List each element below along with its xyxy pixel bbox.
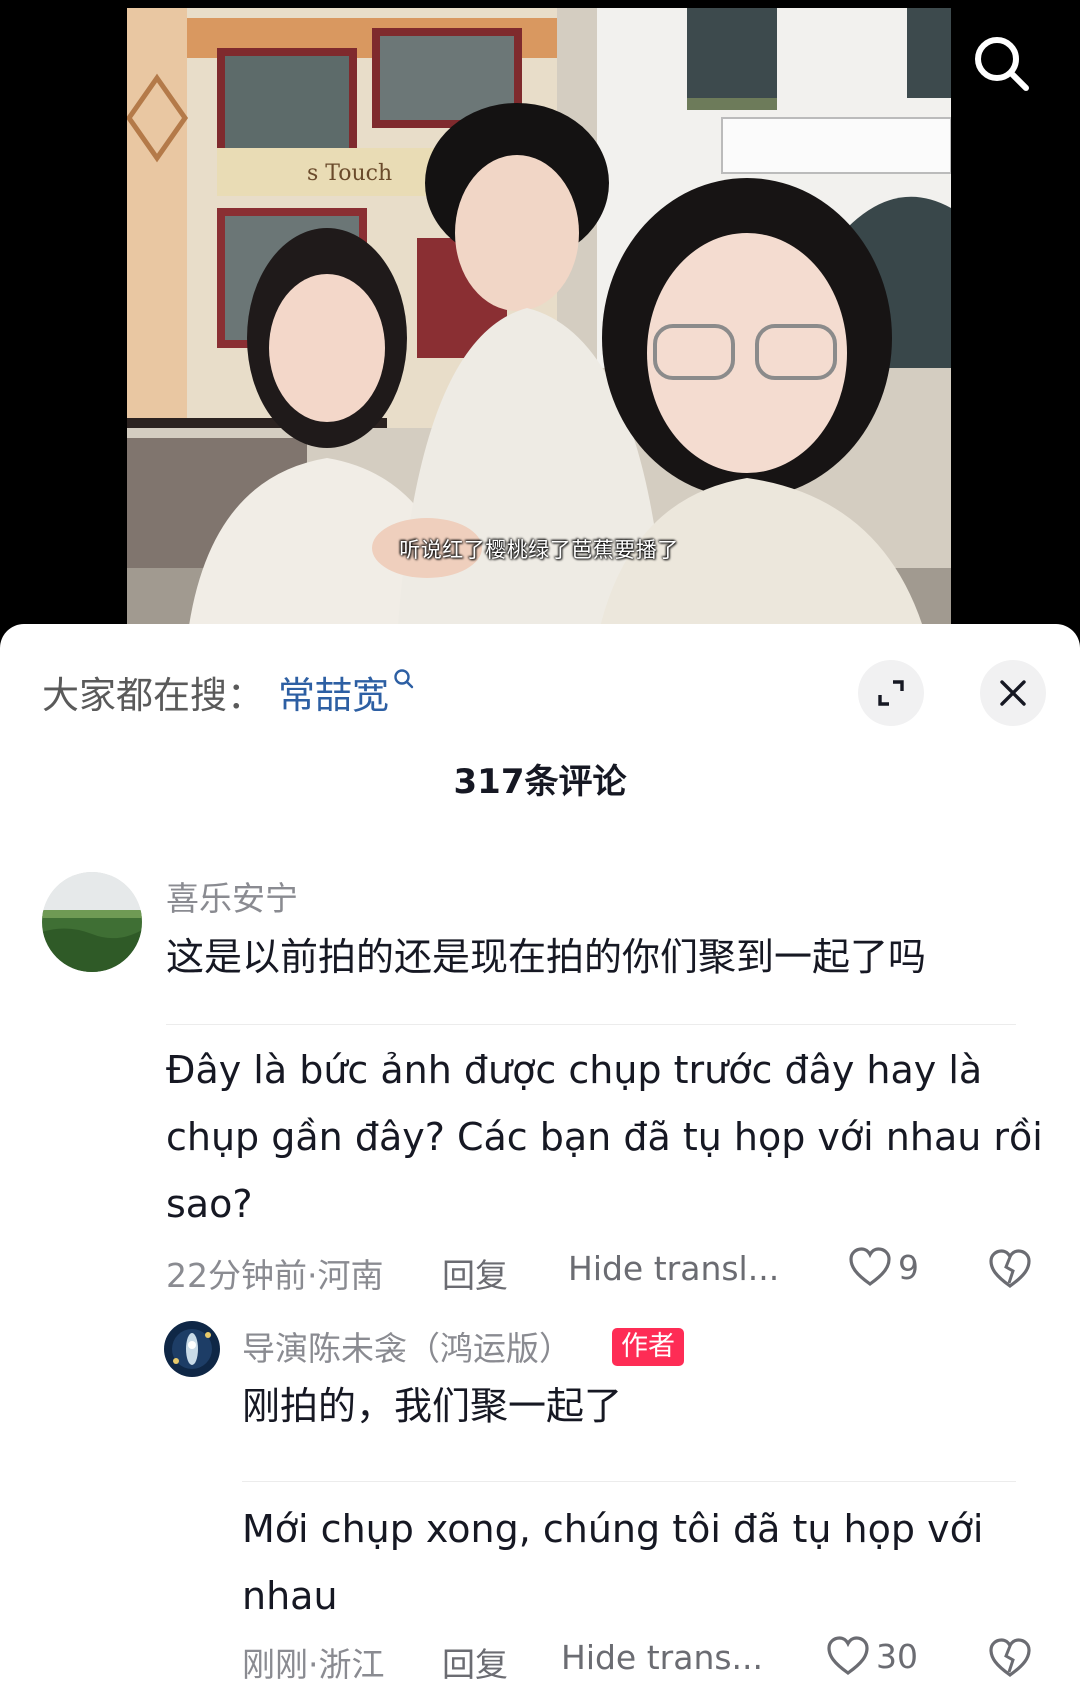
comment-time-location: 22分钟前·河南 (166, 1256, 384, 1295)
expand-button[interactable] (858, 660, 924, 726)
author-badge: 作者 (612, 1328, 684, 1366)
avatar[interactable] (42, 872, 142, 972)
comment-translation: Đây là bức ảnh được chụp trước đây hay l… (166, 1037, 1043, 1238)
comment-username[interactable]: 喜乐安宁 (166, 872, 298, 920)
reply-translation: Mới chụp xong, chúng tôi đã tụ họp với n… (242, 1496, 983, 1630)
like-count: 30 (876, 1636, 918, 1676)
avatar[interactable] (164, 1321, 220, 1377)
dislike-heart-icon[interactable] (988, 1636, 1032, 1680)
translation-line: Mới chụp xong, chúng tôi đã tụ họp với (242, 1507, 984, 1551)
comment-count: 317条评论 (453, 762, 627, 802)
translation-line: Đây là bức ảnh được chụp trước đây hay l… (166, 1048, 983, 1092)
reply-button[interactable]: 回复 (442, 1249, 508, 1297)
storefront-sign: s Touch (307, 161, 392, 186)
close-icon (1000, 680, 1026, 706)
like-button[interactable]: 30 (826, 1635, 918, 1677)
video-subtitle: 听说红了樱桃绿了芭蕉要播了 (399, 538, 679, 562)
trending-search-label: 大家都在搜： (42, 674, 264, 717)
heart-icon (849, 1247, 891, 1286)
like-count: 9 (898, 1247, 919, 1287)
video-player[interactable]: s Touch 听说红了樱桃绿了芭蕉要播了 (0, 0, 1080, 640)
translation-line: sao? (166, 1182, 253, 1226)
close-button[interactable] (980, 660, 1046, 726)
reply-time-location: 刚刚·浙江 (242, 1645, 385, 1684)
search-icon (975, 37, 1029, 91)
reply-text: 刚拍的，我们聚一起了 (242, 1384, 623, 1428)
video-frame[interactable]: s Touch 听说红了樱桃绿了芭蕉要播了 (127, 8, 951, 640)
expand-icon (878, 680, 904, 706)
avatar-image (42, 872, 142, 972)
translation-line: chụp gần đây? Các bạn đã tụ họp với nhau… (166, 1115, 1043, 1159)
small-search-icon (394, 669, 414, 689)
comment-text: 这是以前拍的还是现在拍的你们聚到一起了吗 (166, 935, 927, 979)
hide-translation-button[interactable]: Hide transl... (568, 1249, 779, 1288)
trending-search-term[interactable]: 常喆宽 (278, 665, 389, 719)
reply-button[interactable]: 回复 (442, 1638, 508, 1686)
like-button[interactable]: 9 (848, 1246, 919, 1288)
avatar-image (164, 1321, 220, 1377)
video-search-button[interactable] (966, 28, 1038, 100)
dislike-heart-icon[interactable] (988, 1247, 1032, 1291)
hide-translation-button[interactable]: Hide trans... (561, 1638, 763, 1677)
translation-line: nhau (242, 1574, 338, 1618)
comment-sheet: 大家都在搜： 常喆宽 317条评论 喜乐安宁 这是以前拍的还是现在拍的你们聚到一… (0, 624, 1080, 1702)
heart-icon (827, 1636, 869, 1675)
translation-divider (166, 1024, 1016, 1025)
translation-divider (242, 1481, 1016, 1482)
reply-username[interactable]: 导演陈未衾（鸿运版） (242, 1322, 572, 1370)
trending-search-bar: 大家都在搜： 常喆宽 (42, 664, 415, 720)
